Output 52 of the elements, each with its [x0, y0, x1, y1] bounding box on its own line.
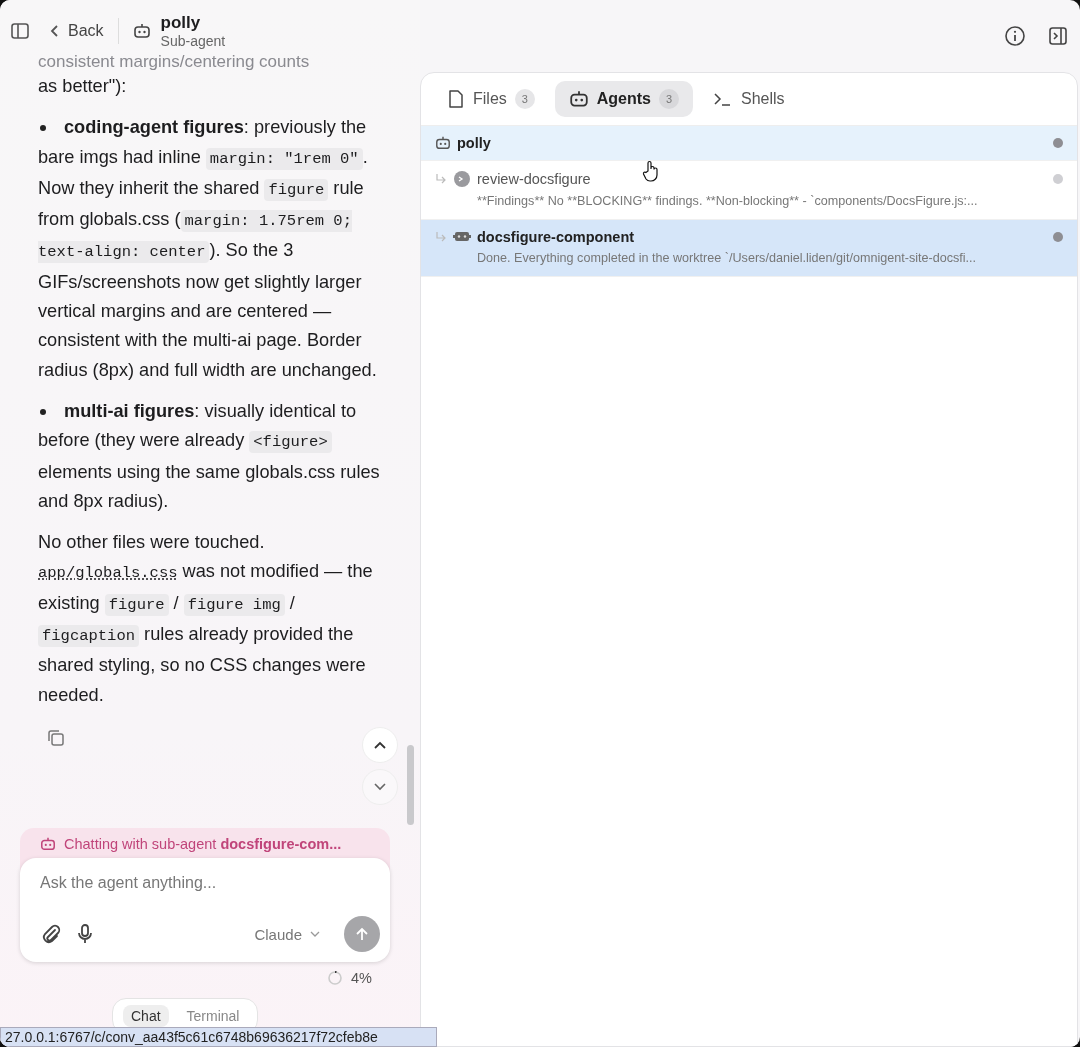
faded-text: consistent margins/centering counts [38, 52, 311, 72]
panel-toggle-icon[interactable] [1048, 26, 1068, 46]
robot-icon [132, 22, 151, 40]
status-url: 27.0.0.1:6767/c/conv_aa43f5c61c6748b69636217f72cfeb8e [0, 1027, 437, 1047]
info-icon[interactable] [1004, 25, 1026, 47]
usage-percent: 4% [351, 970, 372, 986]
scrollbar[interactable] [407, 745, 414, 825]
message-paragraph: as better"): [38, 75, 128, 98]
chevron-up-icon [373, 740, 387, 750]
view-tab[interactable]: Chat [123, 1005, 169, 1027]
agent-summary: Done. Everything completed in the worktree `/Users/daniel.liden/git/omnigent-site-docsfi... [477, 251, 978, 265]
chevron-down-icon [373, 782, 387, 792]
back-button[interactable]: Back [50, 22, 104, 40]
chevron-left-icon [50, 24, 60, 38]
agent-row[interactable]: polly [421, 126, 1077, 161]
document-icon [447, 89, 465, 109]
hand-pointer-icon [642, 160, 660, 182]
robot-icon [453, 230, 471, 244]
sidebar-toggle-icon[interactable] [10, 21, 30, 41]
paperclip-icon[interactable] [40, 923, 62, 945]
agent-row[interactable]: docsfigure-component Done. Everything completed in the worktree `/Users/daniel.liden/git/omnigent-site-docsfi... [421, 220, 1077, 277]
bullet-icon [40, 125, 46, 132]
panel-tab[interactable]: Shells [699, 81, 799, 117]
panel-tab[interactable]: Agents 3 [554, 81, 693, 117]
agent-subtitle: Sub-agent [160, 33, 226, 49]
robot-icon [40, 836, 56, 852]
panel-tab[interactable]: Files 3 [433, 81, 549, 117]
banner-text: Chatting with sub-agent docsfigure-com... [64, 836, 342, 852]
message-paragraph: multi-ai figures: visually identical to before (they were already <figure> elements using the same globals.css rules and 8px radius). [38, 399, 380, 513]
terminal-icon [713, 91, 733, 107]
file-link[interactable]: app/globals.css [38, 564, 178, 583]
agent-name: docsfigure-component [477, 229, 635, 245]
agent-title: polly [160, 13, 202, 33]
robot-icon [435, 135, 451, 151]
bullet-icon [40, 408, 46, 415]
model-dropdown[interactable]: Claude [254, 925, 320, 943]
agent-summary: **Findings** No **BLOCKING** findings. **Non-blocking** - `components/DocsFigure.js:... [477, 194, 979, 208]
message-paragraph: No other files were touched. app/globals.css was not modified — the existing figure / figure img / figcaption rules already provided the shared styling, so no CSS changes were needed. [38, 531, 374, 707]
message-paragraph: coding-agent figures: previously the bare imgs had inline margin: "1rem 0" . Now they inherit the shared figure rule from globals.css ( margin: 1.75rem 0; text-align: center ). So the 3 GIFs/screenshots now get slightly larger vertical margins and are centered — consistent with the multi-ai page. Border radius (8px) and full width are unchanged. [38, 116, 378, 382]
view-tab[interactable]: Terminal [178, 1005, 248, 1027]
progress-ring-icon [327, 970, 344, 986]
copy-icon[interactable] [46, 727, 66, 748]
child-arrow-icon [435, 173, 447, 185]
arrow-up-icon [354, 926, 370, 942]
chevron-down-icon [310, 931, 320, 937]
agent-name: polly [457, 135, 491, 151]
child-arrow-icon [435, 231, 447, 243]
agent-avatar-icon [453, 170, 471, 188]
robot-icon [568, 89, 589, 109]
agent-name: review-docsfigure [477, 171, 591, 187]
scroll-up-button[interactable] [362, 727, 398, 763]
microphone-icon[interactable] [76, 923, 94, 945]
